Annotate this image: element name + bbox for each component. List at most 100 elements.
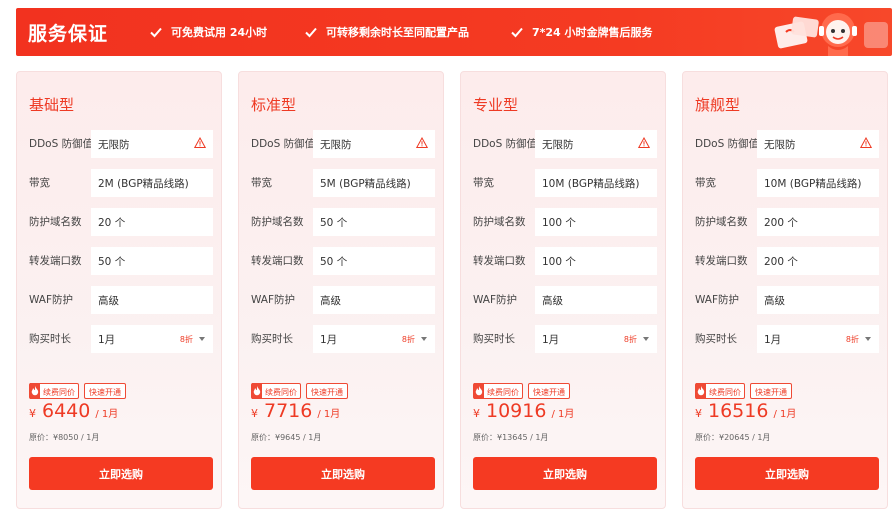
plan-card-basic: 基础型 DDoS 防御值 无限防 带宽 2M (BGP精品线路) 防护域名数 20 个转发端… <box>16 71 222 509</box>
spec-value: 高级 <box>313 286 435 314</box>
check-icon <box>511 27 523 38</box>
spec-label: 购买时长 <box>695 333 737 345</box>
tag-label: 快速开通 <box>89 387 121 397</box>
spec-label: 防护域名数 <box>251 216 304 228</box>
spec-value-text: 高级 <box>98 295 119 307</box>
ddos-row: DDoS 防御值 无限防 <box>473 130 657 158</box>
renewal-tag: 续费同价 <box>473 383 523 399</box>
spec-value-text: 2M (BGP精品线路) <box>98 178 189 190</box>
buy-now-button[interactable]: 立即选购 <box>695 457 879 490</box>
plan-title: 专业型 <box>473 96 519 114</box>
warning-icon <box>416 137 428 148</box>
waf-row: WAF防护 高级 <box>29 286 213 314</box>
currency-symbol: ¥ <box>29 407 36 420</box>
spec-value: 无限防 <box>757 130 879 158</box>
buy-now-button[interactable]: 立即选购 <box>251 457 435 490</box>
spec-value-text: 1月 <box>320 334 338 346</box>
price-unit: / 1月 <box>551 409 575 420</box>
spec-label: 转发端口数 <box>29 255 82 267</box>
spec-value: 200 个 <box>757 208 879 236</box>
warning-icon <box>194 137 206 148</box>
chevron-down-icon <box>643 337 649 341</box>
banner-title: 服务保证 <box>28 23 109 45</box>
price-value: 16516 <box>708 400 769 422</box>
spec-value-text: 高级 <box>320 295 341 307</box>
duration-row: 购买时长 1月 8折 <box>473 325 657 353</box>
buy-now-button[interactable]: 立即选购 <box>29 457 213 490</box>
renewal-tag: 续费同价 <box>251 383 301 399</box>
waf-row: WAF防护 高级 <box>695 286 879 314</box>
bandwidth-row: 带宽 10M (BGP精品线路) <box>695 169 879 197</box>
price: ¥6440 / 1月 <box>29 400 118 422</box>
ports-row: 转发端口数 100 个 <box>473 247 657 275</box>
duration-select[interactable]: 1月 8折 <box>757 325 879 353</box>
duration-select[interactable]: 1月 8折 <box>313 325 435 353</box>
spec-value: 高级 <box>757 286 879 314</box>
waf-row: WAF防护 高级 <box>251 286 435 314</box>
spec-label: 购买时长 <box>473 333 515 345</box>
fast-activation-tag: 快速开通 <box>84 383 126 399</box>
duration-select[interactable]: 1月 8折 <box>91 325 213 353</box>
renewal-tag: 续费同价 <box>29 383 79 399</box>
spec-value: 10M (BGP精品线路) <box>535 169 657 197</box>
spec-value-text: 20 个 <box>98 217 126 229</box>
spec-value: 50 个 <box>313 208 435 236</box>
fire-icon <box>30 383 40 399</box>
spec-value: 10M (BGP精品线路) <box>757 169 879 197</box>
price: ¥16516 / 1月 <box>695 400 796 422</box>
feature-support: 7*24 小时金牌售后服务 <box>510 24 653 40</box>
plan-card-flagship: 旗舰型 DDoS 防御值 无限防 带宽 10M (BGP精品线路) 防护域名数 200 个转… <box>682 71 888 509</box>
buy-now-button[interactable]: 立即选购 <box>473 457 657 490</box>
spec-value: 无限防 <box>535 130 657 158</box>
spec-value: 50 个 <box>313 247 435 275</box>
original-price: 原价：¥13645 / 1月 <box>473 433 549 442</box>
tag-label: 快速开通 <box>311 387 343 397</box>
duration-row: 购买时长 1月 8折 <box>251 325 435 353</box>
renewal-tag: 续费同价 <box>695 383 745 399</box>
domains-row: 防护域名数 200 个 <box>695 208 879 236</box>
spec-label: 购买时长 <box>251 333 293 345</box>
spec-label: WAF防护 <box>695 294 740 306</box>
spec-value-text: 高级 <box>542 295 563 307</box>
spec-label: DDoS 防御值 <box>473 138 538 150</box>
spec-value-text: 无限防 <box>98 139 130 151</box>
spec-value: 无限防 <box>313 130 435 158</box>
spec-label: WAF防护 <box>29 294 74 306</box>
ports-row: 转发端口数 50 个 <box>29 247 213 275</box>
feature-transfer: 可转移剩余时长至同配置产品 <box>304 24 469 40</box>
price: ¥7716 / 1月 <box>251 400 340 422</box>
spec-label: WAF防护 <box>251 294 296 306</box>
spec-value-text: 5M (BGP精品线路) <box>320 178 411 190</box>
waf-row: WAF防护 高级 <box>473 286 657 314</box>
tag-group: 续费同价 快速开通 <box>695 383 797 399</box>
discount-badge: 8折 <box>179 335 193 344</box>
spec-value: 50 个 <box>91 247 213 275</box>
spec-label: 转发端口数 <box>251 255 304 267</box>
price-unit: / 1月 <box>317 409 341 420</box>
duration-select[interactable]: 1月 8折 <box>535 325 657 353</box>
spec-value: 5M (BGP精品线路) <box>313 169 435 197</box>
bandwidth-row: 带宽 5M (BGP精品线路) <box>251 169 435 197</box>
tag-group: 续费同价 快速开通 <box>29 383 131 399</box>
price-unit: / 1月 <box>95 409 119 420</box>
ddos-row: DDoS 防御值 无限防 <box>695 130 879 158</box>
currency-symbol: ¥ <box>251 407 258 420</box>
tag-label: 续费同价 <box>709 387 741 397</box>
ports-row: 转发端口数 200 个 <box>695 247 879 275</box>
tag-label: 快速开通 <box>755 387 787 397</box>
spec-label: 购买时长 <box>29 333 71 345</box>
domains-row: 防护域名数 50 个 <box>251 208 435 236</box>
price-value: 6440 <box>42 400 91 422</box>
feature-label: 可转移剩余时长至同配置产品 <box>326 26 469 39</box>
plan-card-standard: 标准型 DDoS 防御值 无限防 带宽 5M (BGP精品线路) 防护域名数 50 个转发端… <box>238 71 444 509</box>
spec-label: WAF防护 <box>473 294 518 306</box>
spec-label: 带宽 <box>251 177 272 189</box>
spec-value-text: 1月 <box>98 334 116 346</box>
spec-value-text: 无限防 <box>542 139 574 151</box>
currency-symbol: ¥ <box>695 407 702 420</box>
tag-group: 续费同价 快速开通 <box>473 383 575 399</box>
bandwidth-row: 带宽 10M (BGP精品线路) <box>473 169 657 197</box>
spec-value-text: 50 个 <box>320 256 348 268</box>
discount-badge: 8折 <box>401 335 415 344</box>
fast-activation-tag: 快速开通 <box>750 383 792 399</box>
